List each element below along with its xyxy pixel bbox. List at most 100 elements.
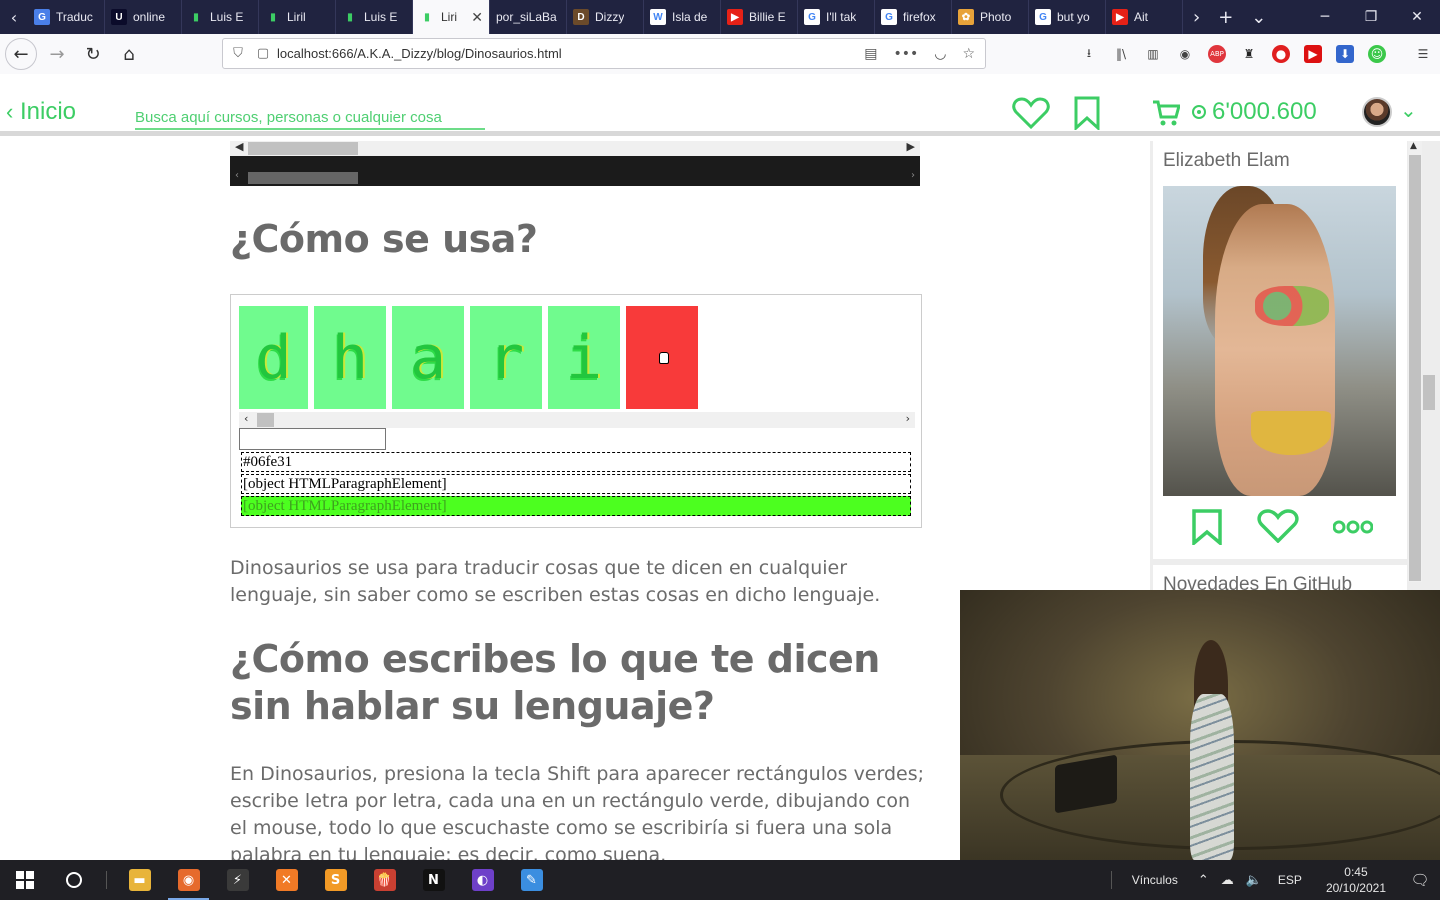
- youtube-extension-icon[interactable]: ▶: [1304, 45, 1322, 63]
- sidebar-scrollbar[interactable]: ▲: [1408, 141, 1422, 582]
- scroll-right-icon[interactable]: ›: [906, 412, 910, 425]
- search-circle-icon[interactable]: [49, 860, 98, 900]
- restore-icon[interactable]: ❐: [1348, 0, 1394, 34]
- extension-green-icon[interactable]: ☺: [1368, 45, 1386, 63]
- extension-red-icon[interactable]: ●: [1272, 45, 1290, 63]
- clock[interactable]: 0:45 20/10/2021: [1312, 864, 1400, 896]
- tabs-scroll-left-icon[interactable]: ‹: [0, 0, 28, 34]
- scroll-left-icon[interactable]: ‹: [235, 170, 239, 181]
- browser-tab[interactable]: D Dizzy: [567, 0, 644, 34]
- minimize-icon[interactable]: ─: [1302, 0, 1348, 34]
- browser-tab[interactable]: W Isla de: [644, 0, 721, 34]
- reader-view-icon[interactable]: ▤: [864, 46, 877, 62]
- browser-tab[interactable]: G I'll tak: [798, 0, 875, 34]
- address-bar[interactable]: ⛉ ▢ localhost:666/A.K.A._Dizzy/blog/Dino…: [222, 38, 986, 69]
- scrollbar-thumb[interactable]: [257, 413, 274, 427]
- start-button[interactable]: [0, 860, 49, 900]
- demo-text-input[interactable]: [239, 428, 386, 450]
- pocket-icon[interactable]: ◡: [934, 46, 946, 62]
- home-link[interactable]: ‹ Inicio: [6, 98, 76, 126]
- bookmarks-icon[interactable]: [1073, 96, 1101, 130]
- taskbar-app[interactable]: N: [409, 860, 458, 900]
- scroll-left-icon[interactable]: ◀: [235, 141, 243, 153]
- tab-list-icon[interactable]: ⌄: [1251, 7, 1266, 28]
- taskbar-app[interactable]: ◐: [458, 860, 507, 900]
- favorites-heart-icon[interactable]: [1012, 96, 1050, 130]
- chevron-down-icon[interactable]: ⌄: [1400, 98, 1417, 122]
- url-text[interactable]: localhost:666/A.K.A._Dizzy/blog/Dinosaur…: [273, 46, 562, 61]
- letter-rect[interactable]: h: [314, 306, 386, 409]
- menu-icon[interactable]: ☰: [1414, 45, 1432, 63]
- letter-rect[interactable]: d: [239, 306, 308, 409]
- page-scrollbar-thumb[interactable]: [1423, 375, 1435, 410]
- letter-rect[interactable]: r: [470, 306, 542, 409]
- page-actions-icon[interactable]: •••: [893, 46, 918, 62]
- browser-tab[interactable]: ▶ Ait: [1106, 0, 1183, 34]
- sidebar-toggle-icon[interactable]: ▥: [1144, 45, 1162, 63]
- home-button[interactable]: ⌂: [113, 38, 145, 70]
- volume-icon[interactable]: 🔈: [1240, 872, 1268, 888]
- browser-tab[interactable]: Uonline: [105, 0, 182, 34]
- account-icon[interactable]: ◉: [1176, 45, 1194, 63]
- tracking-shield-icon[interactable]: ⛉: [223, 46, 253, 61]
- page-info-icon[interactable]: ▢: [253, 46, 273, 61]
- letter-rect[interactable]: i: [548, 306, 620, 409]
- scrollbar-thumb[interactable]: [248, 172, 358, 184]
- scroll-right-icon[interactable]: ▶: [907, 141, 915, 153]
- taskbar-app[interactable]: ▬: [115, 860, 164, 900]
- profile-name[interactable]: Elizabeth Elam: [1163, 150, 1290, 172]
- shopping-cart-icon[interactable]: [1152, 96, 1180, 130]
- letter-rect[interactable]: a: [392, 306, 464, 409]
- network-icon[interactable]: ☁: [1215, 872, 1240, 888]
- browser-tab[interactable]: ▶ Billie E: [721, 0, 798, 34]
- back-button[interactable]: ←: [5, 38, 37, 70]
- extension-icon[interactable]: ♜: [1240, 45, 1258, 63]
- taskbar-app[interactable]: S: [311, 860, 360, 900]
- taskbar-app[interactable]: 🍿: [360, 860, 409, 900]
- scrollbar-thumb[interactable]: [1409, 155, 1421, 581]
- like-heart-icon[interactable]: [1257, 509, 1299, 547]
- site-search-input[interactable]: [135, 106, 485, 130]
- user-avatar[interactable]: [1362, 97, 1392, 127]
- scroll-right-icon[interactable]: ›: [911, 170, 915, 181]
- browser-tab[interactable]: Gfirefox: [875, 0, 952, 34]
- links-toolbar[interactable]: Vínculos: [1118, 873, 1192, 887]
- browser-tab[interactable]: ▮ Liril: [259, 0, 336, 34]
- browser-tab[interactable]: Gbut yo: [1029, 0, 1106, 34]
- scroll-up-icon[interactable]: ▲: [1410, 141, 1417, 151]
- downloads-icon[interactable]: ⭳: [1080, 45, 1098, 63]
- bookmark-icon[interactable]: [1191, 509, 1223, 549]
- tabs-scroll-right-icon[interactable]: ›: [1193, 7, 1200, 28]
- close-window-icon[interactable]: ✕: [1394, 0, 1440, 34]
- taskbar-app[interactable]: ✕: [262, 860, 311, 900]
- notifications-icon[interactable]: 🗨: [1400, 871, 1440, 889]
- horizontal-scrollbar[interactable]: ◀ ▶: [230, 141, 920, 156]
- forward-button[interactable]: →: [41, 38, 73, 70]
- picture-in-picture-video[interactable]: [960, 590, 1440, 860]
- new-tab-icon[interactable]: +: [1218, 7, 1233, 28]
- scrollbar-thumb[interactable]: [248, 142, 358, 155]
- demo-horizontal-scrollbar[interactable]: ‹ ›: [239, 412, 915, 428]
- bookmark-star-icon[interactable]: ☆: [962, 46, 975, 62]
- browser-tab[interactable]: ✿ Photo: [952, 0, 1029, 34]
- active-drawing-rect[interactable]: [626, 306, 698, 409]
- show-hidden-icons-icon[interactable]: ⌃: [1192, 872, 1215, 888]
- taskbar-app[interactable]: ⚡: [213, 860, 262, 900]
- more-options-icon[interactable]: [1332, 519, 1374, 538]
- coin-balance[interactable]: 6'000.600: [1192, 98, 1317, 126]
- download-helper-icon[interactable]: ⬇: [1336, 45, 1354, 63]
- taskbar-app[interactable]: ◉: [164, 860, 213, 900]
- adblock-icon[interactable]: ABP: [1208, 45, 1226, 63]
- close-tab-icon[interactable]: ✕: [471, 9, 483, 26]
- browser-tab[interactable]: G Traduc: [28, 0, 105, 34]
- profile-photo[interactable]: [1163, 186, 1396, 496]
- library-icon[interactable]: ‖\: [1112, 45, 1130, 63]
- reload-button[interactable]: ↻: [77, 38, 109, 70]
- browser-tab[interactable]: ▮ Luis E: [336, 0, 413, 34]
- browser-tab[interactable]: por_siLaBa: [490, 0, 567, 34]
- browser-tab[interactable]: ▮ Liri ✕: [413, 0, 490, 34]
- taskbar-app[interactable]: ✎: [507, 860, 556, 900]
- scroll-left-icon[interactable]: ‹: [244, 412, 248, 425]
- browser-tab[interactable]: ▮ Luis E: [182, 0, 259, 34]
- input-language[interactable]: ESP: [1268, 873, 1312, 887]
